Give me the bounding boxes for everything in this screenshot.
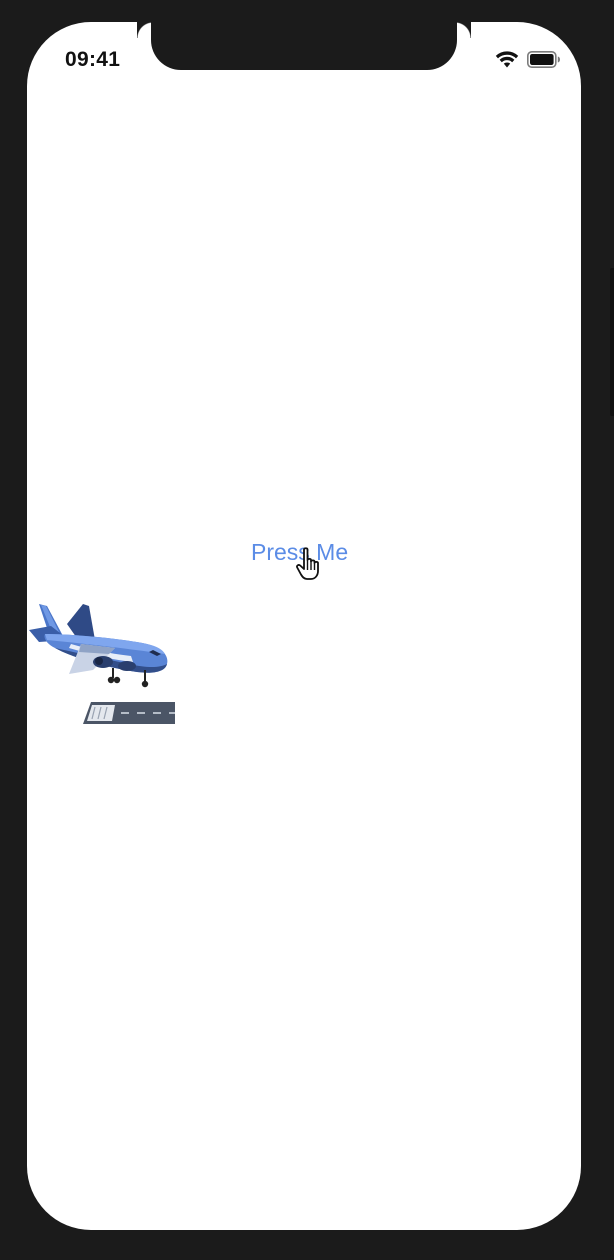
status-icons [495,50,561,68]
battery-icon [527,50,560,68]
pointer-hand-cursor-icon [296,547,319,580]
phone-frame: 09:41 Press Me [0,0,614,1260]
airplane-landing-icon [29,604,168,688]
runway-icon [83,702,175,724]
side-button [610,268,614,416]
status-time: 09:41 [65,48,121,71]
wifi-icon [495,51,519,68]
app-screen: 09:41 Press Me [27,22,581,1230]
notch [151,22,471,70]
